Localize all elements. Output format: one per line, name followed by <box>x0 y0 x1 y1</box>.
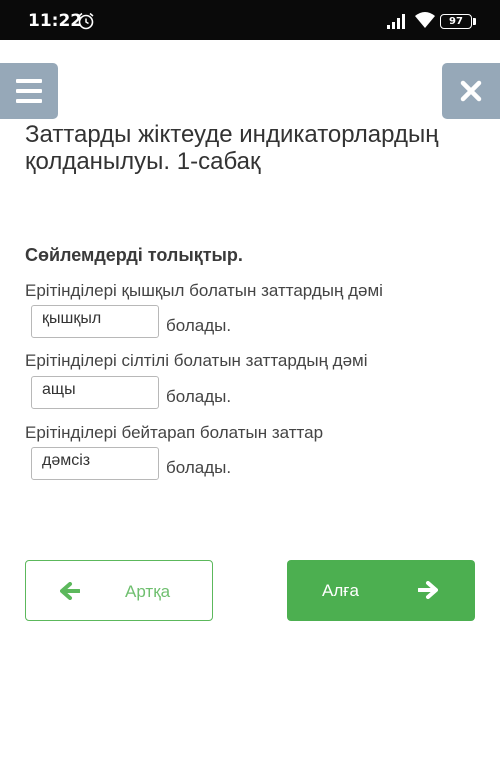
arrow-right-icon <box>418 581 438 599</box>
alarm-icon <box>77 12 95 30</box>
status-bar: 11:22 97 <box>0 0 500 40</box>
arrow-left-icon <box>60 582 80 600</box>
next-button[interactable]: Алға <box>287 560 475 621</box>
close-button[interactable] <box>442 63 500 119</box>
next-button-label: Алға <box>322 581 359 600</box>
page-title: Заттарды жіктеуде индикаторлардың қолдан… <box>25 121 439 175</box>
wifi-icon <box>414 11 436 30</box>
battery-icon: 97 <box>440 14 472 29</box>
menu-icon <box>16 79 42 83</box>
signal-icon <box>386 12 408 30</box>
status-time: 11:22 <box>28 11 83 31</box>
back-button[interactable]: Артқа <box>25 560 213 621</box>
sentence-suffix: болады. <box>166 316 232 335</box>
sentence-text: Ерітінділері сілтілі болатын заттардың д… <box>25 351 368 370</box>
battery-tip <box>473 18 476 25</box>
answer-field[interactable]: дәмсіз <box>31 447 159 480</box>
sentence-text: Ерітінділері бейтарап болатын заттар <box>25 423 324 442</box>
sentence-suffix: болады. <box>166 387 232 406</box>
answer-field[interactable]: қышқыл <box>31 305 159 338</box>
close-icon <box>460 80 482 102</box>
sentence-suffix: болады. <box>166 458 232 477</box>
answer-field[interactable]: ащы <box>31 376 159 409</box>
sentence-text: Ерітінділері қышқыл болатын заттардың дә… <box>25 281 383 300</box>
back-button-label: Артқа <box>125 582 171 601</box>
instruction-text: Сөйлемдерді толықтыр. <box>25 245 243 265</box>
menu-button[interactable] <box>0 63 58 119</box>
